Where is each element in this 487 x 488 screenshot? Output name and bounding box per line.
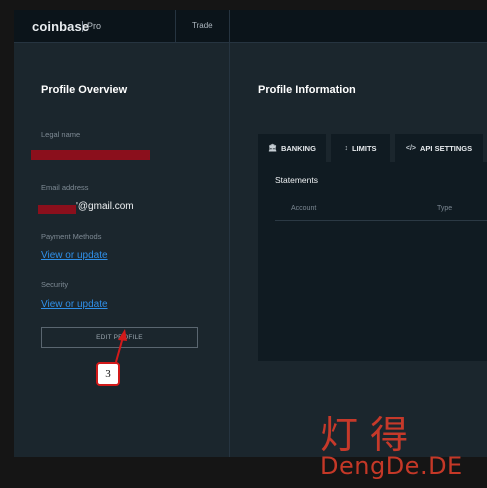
logo-divider [82, 21, 83, 32]
nav-divider [229, 10, 230, 42]
profile-overview-panel: Profile Overview Legal name Email addres… [14, 43, 230, 457]
email-value: '@gmail.com [76, 201, 134, 212]
legal-name-redaction [31, 150, 150, 160]
table-divider [275, 220, 487, 221]
security-link[interactable]: View or update [41, 299, 108, 310]
statements-title: Statements [275, 175, 318, 185]
statements-panel: Statements Account Type [258, 162, 487, 361]
email-redaction [38, 205, 76, 214]
edit-profile-button[interactable]: EDIT PROFILE [41, 327, 198, 348]
profile-information-title: Profile Information [258, 84, 356, 96]
nav-divider [175, 10, 176, 42]
watermark-latin-text: DengDe.DE [320, 452, 463, 480]
tab-banking[interactable]: 🏛 BANKING [258, 134, 326, 162]
tab-banking-label: BANKING [280, 143, 316, 153]
column-header-account: Account [291, 205, 317, 212]
tab-limits[interactable]: ↕ LIMITS [331, 134, 390, 162]
nav-trade-link[interactable]: Trade [192, 21, 213, 30]
tab-limits-label: LIMITS [351, 143, 377, 153]
logo-pro-label: Pro [87, 21, 102, 31]
top-navigation-bar: coinbase Pro Trade [14, 10, 487, 43]
step-number-callout: 3 [96, 362, 120, 386]
payment-methods-link[interactable]: View or update [41, 250, 108, 261]
email-label: Email address [41, 183, 89, 192]
code-icon: </> [405, 144, 417, 152]
coinbase-logo[interactable]: coinbase [32, 19, 89, 34]
profile-overview-title: Profile Overview [41, 84, 128, 96]
watermark-chinese-text: 灯 得 [320, 413, 409, 457]
legal-name-label: Legal name [41, 130, 81, 139]
column-header-type: Type [437, 205, 453, 212]
limits-icon: ↕ [344, 144, 348, 152]
payment-methods-label: Payment Methods [41, 232, 102, 241]
bank-icon: 🏛 [268, 145, 277, 152]
app-window: coinbase Pro Trade Profile Overview Lega… [14, 10, 487, 457]
tab-api-settings[interactable]: </> API SETTINGS [395, 134, 483, 162]
tab-api-settings-label: API SETTINGS [420, 143, 473, 153]
security-label: Security [41, 280, 69, 289]
